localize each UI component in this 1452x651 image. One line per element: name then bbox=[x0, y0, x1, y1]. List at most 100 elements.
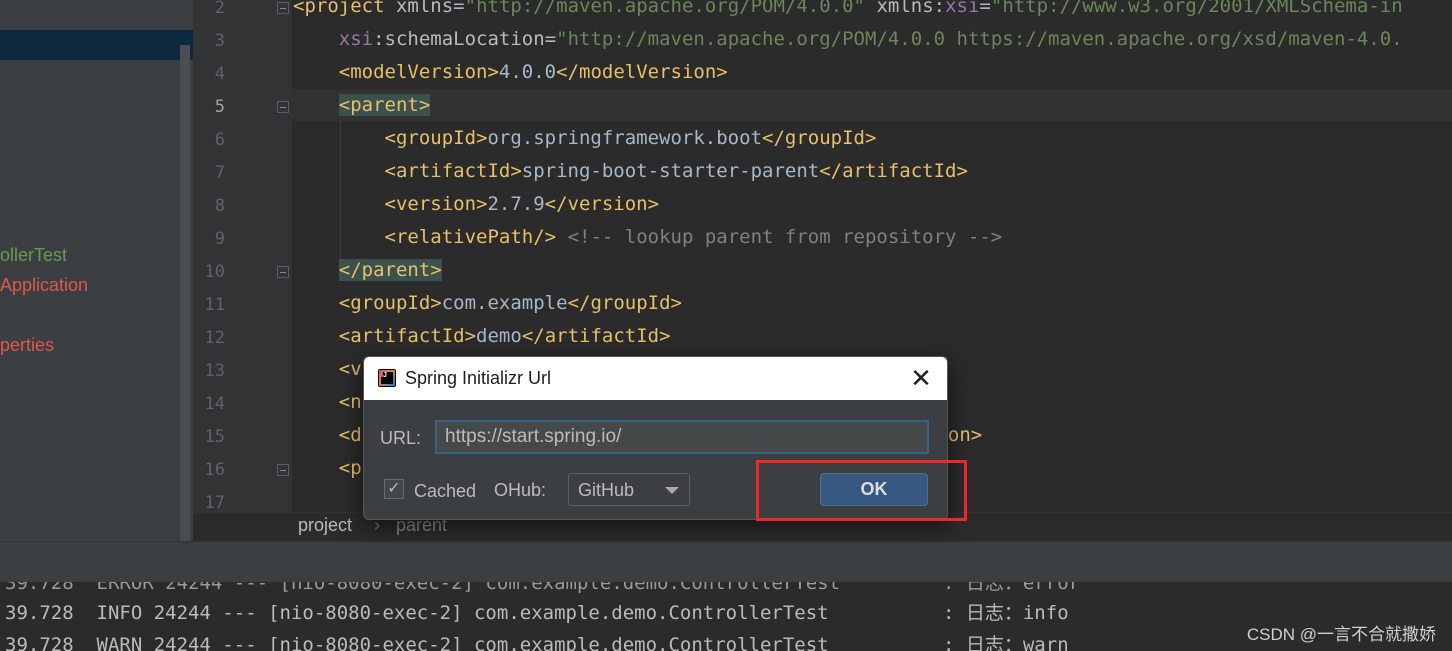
ohub-select[interactable]: GitHub bbox=[568, 473, 690, 506]
line-number: 9 bbox=[214, 229, 225, 249]
line-number: 16 bbox=[204, 460, 225, 480]
xml-string: "http://maven.apache.org/POM/4.0.0" bbox=[464, 0, 865, 17]
tree-item-application[interactable]: Application bbox=[0, 275, 88, 296]
xml-comment: <!-- lookup parent from repository --> bbox=[567, 226, 1003, 248]
fold-toggle-icon[interactable] bbox=[277, 464, 289, 476]
xml-ns: xmlns: bbox=[876, 0, 946, 17]
xml-tag: <relativePath/> bbox=[384, 226, 557, 248]
code-line-9: <relativePath/> <!-- lookup parent from … bbox=[293, 226, 1003, 248]
xml-eq: = bbox=[544, 28, 557, 50]
xml-ns: xsi bbox=[338, 28, 374, 50]
xml-text: demo bbox=[476, 325, 522, 347]
xml-tag: <modelVersion> bbox=[338, 61, 499, 83]
xml-text: com.example bbox=[441, 292, 568, 314]
intellij-logo-icon: IJ bbox=[378, 369, 396, 387]
cached-checkbox[interactable]: ✓ bbox=[384, 479, 404, 499]
ohub-label: OHub: bbox=[494, 480, 547, 500]
chevron-down-icon bbox=[665, 487, 679, 494]
url-input[interactable] bbox=[435, 420, 929, 454]
annotation-highlight-box bbox=[756, 460, 967, 521]
code-line-10: </parent> bbox=[293, 259, 442, 281]
code-line-3: xsi:schemaLocation="http://maven.apache.… bbox=[293, 28, 1403, 50]
xml-tag: </artifactId> bbox=[819, 160, 968, 182]
xml-eq: = bbox=[453, 0, 465, 17]
tool-window-header bbox=[0, 541, 1452, 583]
xml-text: spring-boot-starter-parent bbox=[521, 160, 820, 182]
line-number: 7 bbox=[214, 163, 225, 183]
console-line: 39.728 INFO 24244 --- [nio-8080-exec-2] … bbox=[5, 602, 1069, 624]
fold-toggle-icon[interactable] bbox=[277, 101, 289, 113]
url-label: URL: bbox=[380, 428, 422, 448]
xml-tag: <version> bbox=[384, 193, 488, 215]
line-number: 13 bbox=[204, 361, 225, 381]
project-panel: ollerTest Application perties bbox=[0, 0, 193, 541]
xml-tag: <groupId> bbox=[338, 292, 442, 314]
code-line-12: <artifactId>demo</artifactId> bbox=[293, 325, 671, 347]
xml-tag: <artifactId> bbox=[384, 160, 522, 182]
xml-tag: </artifactId> bbox=[521, 325, 671, 347]
dialog-title: Spring Initializr Url bbox=[405, 368, 552, 388]
xml-string: "http://www.w3.org/2001/XMLSchema-in bbox=[990, 0, 1403, 17]
line-number: 11 bbox=[204, 295, 225, 315]
xml-tag: <project bbox=[293, 0, 385, 17]
line-number: 4 bbox=[214, 64, 225, 84]
line-number: 8 bbox=[214, 196, 225, 216]
line-number: 14 bbox=[204, 394, 225, 414]
line-number: 12 bbox=[204, 328, 225, 348]
xml-attr: xsi bbox=[945, 0, 980, 17]
console-line: 39.728 WARN 24244 --- [nio-8080-exec-2] … bbox=[5, 634, 1069, 651]
xml-tag: </version> bbox=[544, 193, 660, 215]
line-number: 15 bbox=[204, 427, 225, 447]
code-line-5: <parent> bbox=[293, 94, 431, 116]
tree-item-controllertest[interactable]: ollerTest bbox=[0, 245, 67, 266]
fold-toggle-icon[interactable] bbox=[277, 2, 289, 14]
xml-tag: </modelVersion> bbox=[556, 61, 728, 83]
xml-tag: </groupId> bbox=[762, 127, 877, 149]
xml-text: 4.0.0 bbox=[498, 61, 557, 83]
xml-tag: </groupId> bbox=[567, 292, 682, 314]
code-line-2: <project xmlns="http://maven.apache.org/… bbox=[293, 0, 1403, 17]
code-line-15: <d bbox=[293, 424, 362, 446]
console-line: 39.728 ERROR 24244 --- [nio-8080-exec-2]… bbox=[5, 582, 1081, 594]
breadcrumb-item-project[interactable]: project bbox=[298, 515, 352, 536]
code-line-13: <v bbox=[293, 358, 362, 380]
xml-attr: xmlns bbox=[395, 0, 454, 17]
fold-toggle-icon[interactable] bbox=[277, 266, 289, 278]
line-number: 10 bbox=[204, 262, 225, 282]
line-number: 6 bbox=[214, 130, 225, 150]
xml-tag-highlighted: <parent> bbox=[338, 94, 431, 116]
code-line-11: <groupId>com.example</groupId> bbox=[293, 292, 682, 314]
xml-tag: <n bbox=[338, 391, 362, 413]
xml-tag: <groupId> bbox=[384, 127, 488, 149]
code-line-16: <p bbox=[293, 457, 362, 479]
line-number: 2 bbox=[214, 0, 225, 18]
code-line-4: <modelVersion>4.0.0</modelVersion> bbox=[293, 61, 728, 83]
ohub-selected-value: GitHub bbox=[578, 480, 635, 500]
line-number: 3 bbox=[214, 31, 225, 51]
logo-text: IJ bbox=[381, 372, 393, 384]
code-line-8: <version>2.7.9</version> bbox=[293, 193, 660, 215]
current-line-highlight bbox=[292, 89, 1452, 121]
xml-tag-highlighted: </parent> bbox=[338, 259, 442, 281]
code-line-14: <n bbox=[293, 391, 362, 413]
project-panel-scrollbar[interactable] bbox=[180, 45, 190, 541]
xml-tag: <d bbox=[338, 424, 362, 446]
dialog-title-bar[interactable]: IJ Spring Initializr Url ✕ bbox=[364, 357, 947, 400]
line-number-current: 5 bbox=[214, 97, 225, 117]
code-line-6: <groupId>org.springframework.boot</group… bbox=[293, 127, 877, 149]
watermark: CSDN @一言不合就撒娇 bbox=[1246, 625, 1436, 644]
xml-tag: <p bbox=[338, 457, 362, 479]
cached-label[interactable]: Cached bbox=[414, 481, 476, 502]
xml-attr: :schemaLocation bbox=[373, 28, 545, 50]
xml-text: 2.7.9 bbox=[487, 193, 545, 215]
close-button[interactable]: ✕ bbox=[904, 363, 938, 393]
xml-eq: = bbox=[979, 0, 991, 17]
tree-item-properties[interactable]: perties bbox=[0, 335, 54, 356]
run-console[interactable]: 39.728 ERROR 24244 --- [nio-8080-exec-2]… bbox=[0, 582, 1452, 651]
xml-tag: <artifactId> bbox=[338, 325, 477, 347]
line-number: 17 bbox=[204, 493, 225, 513]
xml-tag: <v bbox=[338, 358, 362, 380]
project-panel-selection[interactable] bbox=[0, 30, 193, 60]
xml-text: org.springframework.boot bbox=[487, 127, 763, 149]
xml-string: "http://maven.apache.org/POM/4.0.0 https… bbox=[556, 28, 1403, 50]
